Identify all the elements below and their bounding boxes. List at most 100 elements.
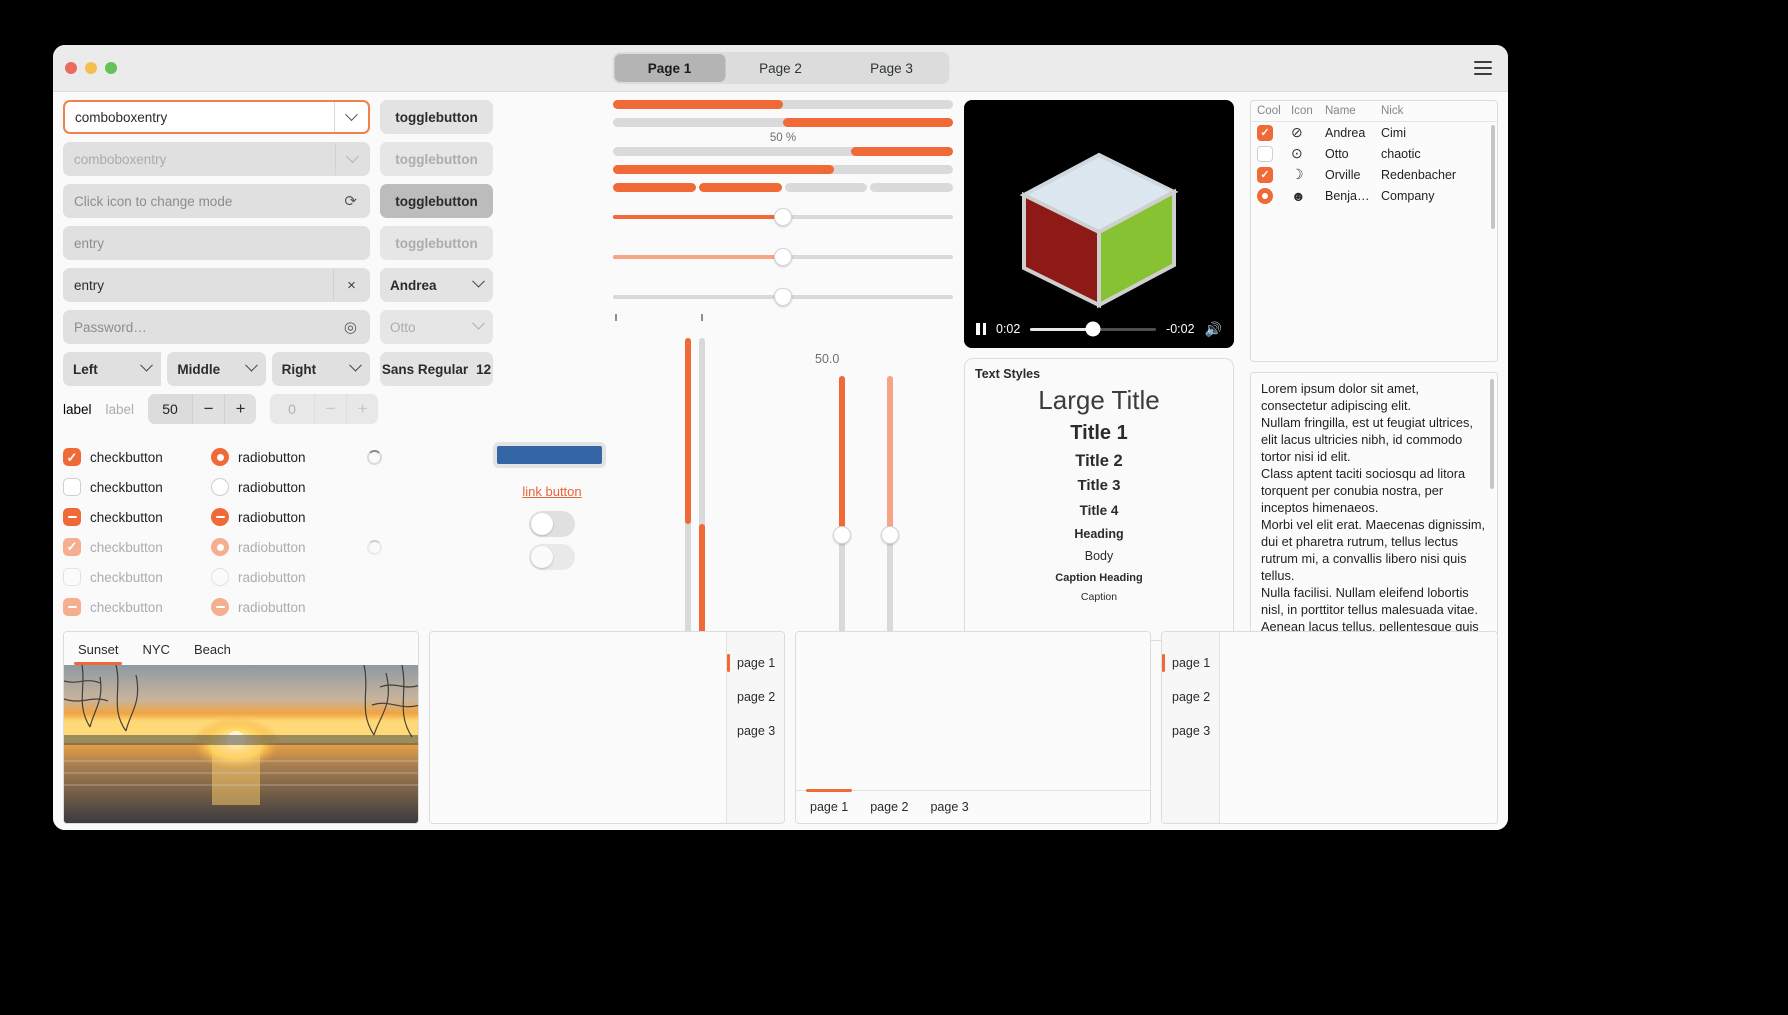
radiobutton-checked[interactable]: radiobutton (211, 448, 359, 466)
row-radio[interactable] (1257, 187, 1291, 204)
tab-beach[interactable]: Beach (194, 642, 231, 665)
switch-row-2 (493, 544, 611, 570)
icon-mode-placeholder: Click icon to change mode (74, 193, 233, 209)
table-row[interactable]: ⊘ Andrea Cimi (1251, 122, 1497, 143)
color-button[interactable] (493, 442, 606, 468)
eye-icon[interactable]: ◎ (344, 318, 357, 336)
tab-page-1[interactable]: page 1 (805, 789, 853, 820)
video-seek-handle[interactable] (1085, 321, 1101, 337)
clear-icon[interactable]: × (333, 269, 369, 301)
checkbutton-checked[interactable]: checkbutton (63, 448, 211, 466)
tab-page-3[interactable]: page 3 (727, 714, 784, 748)
tab-page-2[interactable]: Page 2 (725, 54, 836, 82)
segment (613, 183, 696, 192)
spinbutton-decrement[interactable]: − (192, 394, 224, 424)
select-middle[interactable]: Middle (167, 352, 266, 386)
close-button[interactable] (65, 62, 77, 74)
checkbutton-indeterminate[interactable]: checkbutton (63, 508, 211, 526)
list-scrollbar[interactable] (1491, 125, 1495, 229)
text-styles-frame: Text Styles Large Title Title 1 Title 2 … (964, 358, 1234, 641)
text-scrollbar[interactable] (1490, 379, 1494, 489)
tab-page-1[interactable]: Page 1 (614, 54, 725, 82)
table-row[interactable]: ☻ Benja… Company (1251, 185, 1497, 206)
style-title-4: Title 4 (1079, 503, 1119, 519)
link-and-switch-column: link button (493, 442, 611, 570)
check-icon[interactable] (63, 478, 81, 496)
video-seek-slider[interactable] (1030, 321, 1157, 337)
scale-handle[interactable] (774, 288, 792, 306)
column-header-cool[interactable]: Cool (1257, 105, 1291, 117)
tab-page-3[interactable]: Page 3 (836, 54, 947, 82)
togglebutton-1[interactable]: togglebutton (380, 100, 493, 134)
switch-enabled[interactable] (529, 511, 575, 537)
tab-page-1[interactable]: page 1 (1162, 646, 1219, 680)
video-player[interactable]: 0:02 -0:02 🔊 (964, 100, 1234, 348)
hamburger-icon[interactable] (1474, 61, 1492, 75)
tab-page-3[interactable]: page 3 (930, 794, 968, 820)
radiobutton-indeterminate-disabled: radiobutton (211, 598, 359, 616)
table-row[interactable]: ⊙ Otto chaotic (1251, 143, 1497, 164)
column-header-nick[interactable]: Nick (1381, 105, 1403, 117)
link-button[interactable]: link button (493, 484, 611, 499)
notebook-left-tabs: page 1 page 2 page 3 (1161, 631, 1498, 824)
select-right[interactable]: Right (271, 352, 370, 386)
pause-icon[interactable] (976, 323, 986, 335)
name-dropdown-active[interactable]: Andrea (380, 268, 493, 302)
entry-filled[interactable]: entry × (63, 268, 370, 302)
table-row[interactable]: ☽ Orville Redenbacher (1251, 164, 1497, 185)
scale-horizontal-1[interactable] (613, 206, 953, 228)
face-icon: ☻ (1291, 187, 1306, 204)
spinbutton-value[interactable]: 50 (148, 394, 193, 424)
spinbutton-increment[interactable]: + (224, 394, 256, 424)
check-icon[interactable] (63, 448, 81, 466)
vertical-scale-3-handle[interactable] (833, 526, 851, 544)
minimize-button[interactable] (85, 62, 97, 74)
row-checkbox[interactable] (1257, 145, 1291, 162)
video-elapsed: 0:02 (996, 322, 1021, 336)
volume-icon[interactable]: 🔊 (1205, 321, 1222, 338)
tab-page-2[interactable]: page 2 (870, 794, 908, 820)
notebook4-page-content (1220, 632, 1497, 823)
icon-mode-entry[interactable]: Click icon to change mode ⟳ (63, 184, 370, 218)
maximize-button[interactable] (105, 62, 117, 74)
row-entry-empty: entry togglebutton (63, 226, 493, 260)
notebook-bottom-tabs: page 1 page 2 page 3 (795, 631, 1151, 824)
scale-horizontal-marks[interactable] (613, 286, 953, 308)
radio-icon[interactable] (211, 508, 229, 526)
radio-icon[interactable] (211, 478, 229, 496)
tab-sunset[interactable]: Sunset (73, 642, 124, 665)
checkbutton-label: checkbutton (90, 509, 163, 525)
select-right-label: Right (281, 361, 317, 377)
radio-icon[interactable] (211, 448, 229, 466)
column-header-icon[interactable]: Icon (1291, 105, 1325, 117)
password-input[interactable]: Password… ◎ (63, 310, 370, 344)
checkbutton-unchecked[interactable]: checkbutton (63, 478, 211, 496)
radiobutton-label: radiobutton (238, 539, 306, 555)
select-left[interactable]: Left (63, 352, 162, 386)
column-header-name[interactable]: Name (1325, 105, 1381, 117)
refresh-icon[interactable]: ⟳ (344, 192, 357, 210)
text-view[interactable]: Lorem ipsum dolor sit amet, consectetur … (1250, 372, 1498, 640)
list-view[interactable]: Cool Icon Name Nick ⊘ Andrea Cimi ⊙ Otto… (1250, 100, 1498, 362)
scale-handle[interactable] (774, 208, 792, 226)
tab-page-2[interactable]: page 2 (1162, 680, 1219, 714)
spinbutton[interactable]: 50 − + (148, 394, 257, 424)
radiobutton-indeterminate[interactable]: radiobutton (211, 508, 359, 526)
tab-nyc[interactable]: NYC (142, 642, 169, 665)
chevron-down-icon[interactable] (334, 102, 368, 132)
tab-page-1[interactable]: page 1 (727, 646, 784, 680)
radiobutton-unchecked[interactable]: radiobutton (211, 478, 359, 496)
entry-empty[interactable]: entry (63, 226, 370, 260)
tab-page-2[interactable]: page 2 (727, 680, 784, 714)
tab-page-3[interactable]: page 3 (1162, 714, 1219, 748)
vertical-scale-fill (887, 376, 893, 543)
font-button[interactable]: Sans Regular 12 (380, 352, 493, 386)
check-icon[interactable] (63, 508, 81, 526)
row-nick: Cimi (1381, 125, 1406, 140)
checkbutton-label: checkbutton (90, 449, 163, 465)
row-checkbox[interactable] (1257, 166, 1291, 183)
row-checkbox[interactable] (1257, 124, 1291, 141)
comboboxentry-input[interactable]: comboboxentry (63, 100, 370, 134)
togglebutton-3[interactable]: togglebutton (380, 184, 493, 218)
scale-horizontal-disabled (613, 246, 953, 268)
